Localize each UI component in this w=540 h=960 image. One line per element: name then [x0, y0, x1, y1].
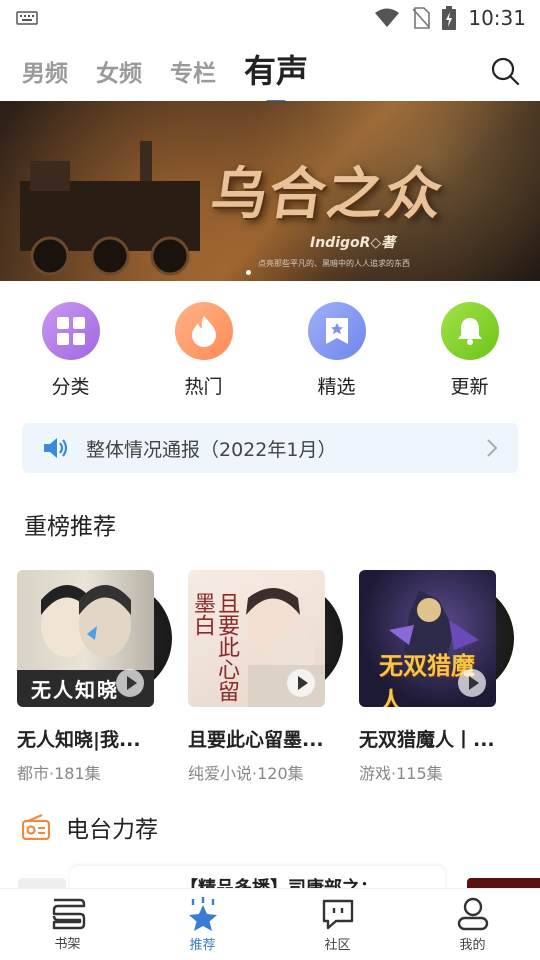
book-card[interactable]: 无人知晓 无人知晓|我... 都市·181集: [17, 570, 172, 784]
radio-title-label: 电台力荐: [66, 817, 158, 843]
nav-recommend[interactable]: 推荐: [163, 896, 243, 953]
status-bar: 10:31: [0, 0, 540, 36]
train-illustration: [20, 141, 200, 276]
category-featured[interactable]: 精选: [287, 302, 387, 399]
nav-community[interactable]: 社区: [298, 897, 378, 953]
book-list: 无人知晓 无人知晓|我... 都市·181集 且要此心留墨白 且要此心留墨...…: [17, 570, 514, 784]
top-tabs: 男频 女频 专栏 有声: [0, 36, 540, 100]
category-label: 热门: [184, 376, 223, 398]
keyboard-icon: [16, 11, 38, 25]
radio-icon: [22, 814, 50, 840]
banner[interactable]: 乌合之众: [0, 101, 540, 281]
banner-author: IndigoR◇著: [310, 235, 396, 251]
radio-card-title: 【精品多播】司康部之：: [180, 874, 378, 888]
nav-label: 推荐: [189, 937, 216, 953]
category-update[interactable]: 更新: [420, 302, 520, 399]
book-card[interactable]: 无双猎魔人 无双猎魔人丨... 游戏·115集: [359, 570, 514, 784]
nav-label: 社区: [324, 937, 351, 953]
tab-column[interactable]: 专栏: [170, 54, 216, 100]
book-title: 无双猎魔人丨...: [359, 729, 495, 751]
tab-male[interactable]: 男频: [22, 54, 68, 100]
bottom-nav: 书架 推荐 社区 我的: [0, 888, 540, 960]
nav-mine[interactable]: 我的: [433, 897, 513, 953]
book-meta: 纯爱小说·120集: [188, 764, 304, 783]
book-card[interactable]: 且要此心留墨白 且要此心留墨... 纯爱小说·120集: [188, 570, 343, 784]
pager-dot: [246, 270, 251, 275]
category-row: 分类 热门 精选 更新: [0, 302, 540, 399]
nav-label: 书架: [54, 936, 81, 952]
category-label: 更新: [450, 376, 489, 398]
nav-bookshelf[interactable]: 书架: [28, 898, 108, 952]
banner-title: 乌合之众: [206, 162, 448, 227]
bell-icon: [440, 302, 499, 360]
user-icon: [457, 897, 488, 930]
book-title: 且要此心留墨...: [188, 729, 324, 751]
section-title-ranking: 重榜推荐: [24, 514, 116, 540]
cover-title: 无人知晓: [31, 678, 119, 702]
category-classify[interactable]: 分类: [21, 302, 121, 399]
play-icon[interactable]: [116, 669, 144, 697]
nav-label: 我的: [459, 937, 486, 953]
notice-text: 整体情况通报（2022年1月）: [86, 438, 337, 461]
speaker-icon: [44, 438, 68, 458]
book-meta: 都市·181集: [17, 764, 101, 783]
section-title-radio: 电台力荐: [22, 810, 158, 844]
no-sim-icon: [412, 7, 431, 29]
bookshelf-icon: [52, 898, 85, 929]
radio-card[interactable]: 【精品多播】司康部之：: [70, 866, 445, 888]
book-cover: 无双猎魔人: [359, 570, 514, 707]
banner-tagline: 点亮那些平凡的、黑暗中的人人追求的东西: [258, 259, 410, 268]
wifi-icon: [375, 8, 400, 27]
book-meta: 游戏·115集: [359, 764, 443, 783]
search-icon[interactable]: [490, 56, 520, 86]
category-label: 分类: [51, 376, 90, 398]
book-cover: 无人知晓: [17, 570, 172, 707]
battery-charging-icon: [442, 6, 457, 30]
play-icon[interactable]: [458, 669, 486, 697]
category-hot[interactable]: 热门: [154, 302, 254, 399]
banner-pager: [246, 270, 251, 275]
play-icon[interactable]: [287, 669, 315, 697]
book-title: 无人知晓|我...: [17, 729, 141, 751]
category-label: 精选: [317, 376, 356, 398]
star-icon: [188, 896, 217, 931]
tab-audio[interactable]: 有声: [244, 46, 308, 100]
grid-icon: [41, 302, 100, 360]
clock: 10:31: [468, 6, 526, 30]
chevron-right-icon: [487, 439, 498, 457]
book-cover: 且要此心留墨白: [188, 570, 343, 707]
star-bookmark-icon: [307, 302, 366, 360]
tab-female[interactable]: 女频: [96, 54, 142, 100]
cover-title: 且要此心留墨白: [190, 592, 239, 702]
flame-icon: [174, 302, 233, 360]
chat-icon: [322, 899, 353, 929]
notice-bar[interactable]: 整体情况通报（2022年1月）: [22, 423, 518, 473]
